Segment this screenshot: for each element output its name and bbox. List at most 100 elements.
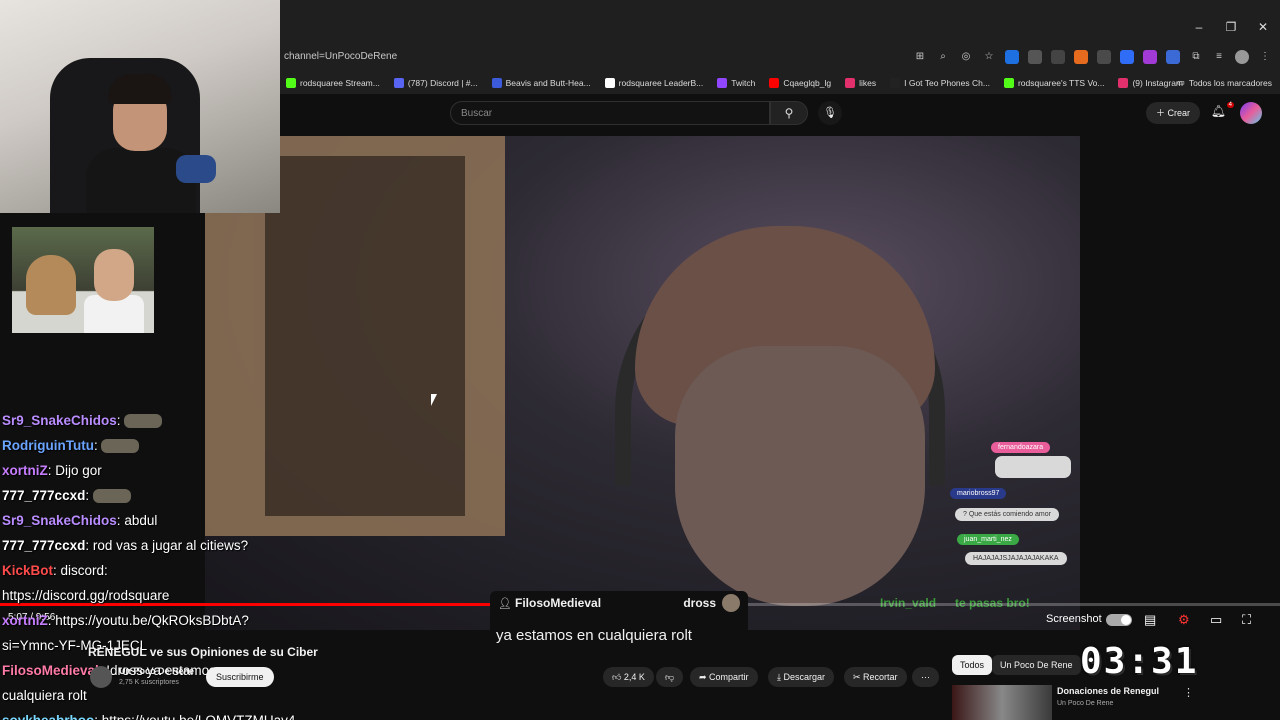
media-icon[interactable]: ≡ bbox=[1212, 50, 1226, 64]
extension-icon[interactable] bbox=[1005, 50, 1019, 64]
chat-emote-icon bbox=[101, 439, 140, 454]
extension-icon[interactable] bbox=[1028, 50, 1042, 64]
chip-channel[interactable]: Un Poco De Rene bbox=[992, 655, 1081, 675]
like-button[interactable]: 👍︎ 2,4 K bbox=[603, 667, 654, 687]
fullscreen-icon[interactable]: ⛶ bbox=[1242, 612, 1251, 628]
bookmark-label: (9) Instagram bbox=[1132, 78, 1184, 88]
chat-username[interactable]: Sr9_SnakeChidos bbox=[2, 513, 117, 528]
bookmark-item[interactable]: Twitch bbox=[717, 78, 755, 88]
bookmark-item[interactable]: (787) Discord | #... bbox=[393, 78, 478, 88]
theater-mode-icon[interactable]: ▭ bbox=[1210, 612, 1222, 628]
chat-username[interactable]: 777_777ccxd bbox=[2, 538, 85, 553]
related-video-thumbnail[interactable] bbox=[952, 685, 1052, 720]
chat-message: 777_777ccxd: rod vas a jugar al citiews? bbox=[2, 533, 302, 558]
chat-username[interactable]: soykheabrhoo bbox=[2, 713, 94, 720]
chat-username[interactable]: 777_777ccxd bbox=[2, 488, 85, 503]
url-text[interactable]: channel=UnPocoDeRene bbox=[284, 51, 397, 62]
microphone-image bbox=[176, 155, 216, 183]
overlay-chat-name: fernandoazara bbox=[991, 442, 1051, 453]
highlighted-comment: 👤︎ FilosoMedieval dross ya estamos en cu… bbox=[490, 591, 748, 657]
create-button[interactable]: ＋ Crear bbox=[1145, 102, 1200, 124]
bookmark-favicon-icon bbox=[769, 78, 780, 88]
chat-username[interactable]: KickBot bbox=[2, 563, 53, 578]
zoom-icon[interactable]: ⌕ bbox=[936, 50, 950, 64]
address-bar[interactable]: channel=UnPocoDeRene ⊞ ⌕ ◎ ☆ ⧉ ≡ ⋮ bbox=[280, 44, 1280, 72]
subtitles-icon[interactable]: ▤ bbox=[1144, 612, 1156, 628]
install-icon[interactable]: ⊞ bbox=[913, 50, 927, 64]
chat-username[interactable]: Sr9_SnakeChidos bbox=[2, 413, 117, 428]
chat-message: Sr9_SnakeChidos: abdul bbox=[2, 508, 302, 533]
chat-username[interactable]: xortniZ bbox=[2, 613, 48, 628]
timer-overlay: 03:31 bbox=[1080, 641, 1199, 682]
extension-icon[interactable] bbox=[1166, 50, 1180, 64]
bookmark-item[interactable]: I Got Teo Phones Ch... bbox=[890, 78, 990, 88]
clip-button[interactable]: ✂ Recortar bbox=[844, 667, 907, 687]
settings-icon[interactable]: ⚙ bbox=[1178, 612, 1190, 628]
person-face-image bbox=[675, 346, 925, 606]
puzzle-icon[interactable]: ⧉ bbox=[1189, 50, 1203, 64]
minimize-icon[interactable]: – bbox=[1188, 20, 1210, 34]
chat-username[interactable]: RodriguinTutu bbox=[2, 438, 94, 453]
extension-icon[interactable] bbox=[1074, 50, 1088, 64]
bookmark-item[interactable]: rodsquaree Stream... bbox=[286, 78, 380, 88]
extension-icon[interactable] bbox=[1097, 50, 1111, 64]
menu-icon[interactable]: ⋮ bbox=[1258, 50, 1272, 64]
chat-text: abdul bbox=[124, 513, 158, 528]
subscriber-count: 2,75 K suscriptores bbox=[119, 679, 179, 686]
search-input[interactable]: Buscar bbox=[450, 101, 770, 125]
star-icon[interactable]: ☆ bbox=[982, 50, 996, 64]
extension-icon[interactable] bbox=[1120, 50, 1134, 64]
chat-username[interactable]: xortniZ bbox=[2, 463, 48, 478]
more-actions-button[interactable]: ⋯ bbox=[912, 667, 939, 687]
chat-username[interactable]: FilosoMedieval bbox=[2, 663, 99, 678]
bookmark-favicon-icon bbox=[1118, 78, 1129, 88]
bookmark-label: rodsquaree's TTS Vo... bbox=[1017, 78, 1105, 88]
chat-message: Sr9_SnakeChidos: bbox=[2, 408, 302, 433]
search-button[interactable]: ⚲ bbox=[770, 101, 808, 125]
bookmark-label: rodsquaree LeaderB... bbox=[618, 78, 704, 88]
bookmark-item[interactable]: Beavis and Butt-Hea... bbox=[491, 78, 591, 88]
related-video-title[interactable]: Donaciones de Renegul bbox=[1057, 686, 1159, 696]
chat-text: https://youtu.be/QkROksBDbtA? bbox=[55, 613, 249, 628]
download-button[interactable]: ⤓ Descargar bbox=[768, 667, 834, 687]
bookmark-item[interactable]: rodsquaree's TTS Vo... bbox=[1003, 78, 1105, 88]
bookmark-item[interactable]: (9) Instagram bbox=[1118, 78, 1183, 88]
extension-icon[interactable] bbox=[1143, 50, 1157, 64]
search-icon: ⚲ bbox=[784, 106, 794, 120]
maximize-icon[interactable]: ❐ bbox=[1220, 20, 1242, 34]
subscribe-button[interactable]: Suscribirme bbox=[206, 667, 274, 687]
bookmark-item[interactable]: rodsquaree LeaderB... bbox=[604, 78, 704, 88]
more-icon[interactable]: ⋮ bbox=[1183, 686, 1194, 699]
overlay-chat-bubble bbox=[995, 456, 1071, 478]
bell-icon[interactable]: 🔔︎ bbox=[1211, 104, 1226, 118]
channel-name[interactable]: Un Poco De Rene bbox=[119, 666, 194, 676]
avatar[interactable] bbox=[1240, 102, 1262, 124]
voice-search-button[interactable]: 🎙︎ bbox=[818, 101, 842, 125]
extension-icon[interactable] bbox=[1051, 50, 1065, 64]
bookmark-item[interactable]: Cqaeglqb_lg bbox=[769, 78, 831, 88]
bookmarks-bar: rodsquaree Stream... (787) Discord | #...… bbox=[280, 72, 1280, 94]
bookmark-favicon-icon bbox=[393, 78, 404, 88]
bookmark-favicon-icon bbox=[604, 78, 615, 88]
video-player[interactable]: fernandoazara mariobross97 ? Que estás c… bbox=[205, 136, 1080, 630]
chip-all[interactable]: Todos bbox=[952, 655, 993, 675]
chat-message: xortniZ: Dijo gor bbox=[2, 458, 302, 483]
chat-message: 777_777ccxd: bbox=[2, 483, 302, 508]
chat-separator: : bbox=[85, 538, 93, 553]
all-bookmarks-button[interactable]: ▭ Todos los marcadores bbox=[1177, 77, 1272, 88]
close-icon[interactable]: ✕ bbox=[1252, 20, 1274, 34]
bookmark-label: rodsquaree Stream... bbox=[300, 78, 380, 88]
share-label: Compartir bbox=[709, 672, 749, 682]
channel-avatar[interactable] bbox=[90, 666, 112, 688]
overlay-chat-name: juan_marti_nez bbox=[957, 534, 1019, 545]
chat-separator: : bbox=[53, 563, 61, 578]
bookmark-label: Twitch bbox=[731, 78, 756, 88]
toggle-knob bbox=[1121, 615, 1131, 625]
dislike-button[interactable]: 👎︎ bbox=[656, 667, 684, 687]
hide-icon[interactable]: ◎ bbox=[959, 50, 973, 64]
screenshot-toggle[interactable] bbox=[1106, 614, 1132, 626]
bookmark-item[interactable]: likes bbox=[845, 78, 876, 88]
bookmark-label: Beavis and Butt-Hea... bbox=[505, 78, 591, 88]
share-button[interactable]: ➦ Compartir bbox=[690, 667, 758, 687]
profile-icon[interactable] bbox=[1235, 50, 1249, 64]
